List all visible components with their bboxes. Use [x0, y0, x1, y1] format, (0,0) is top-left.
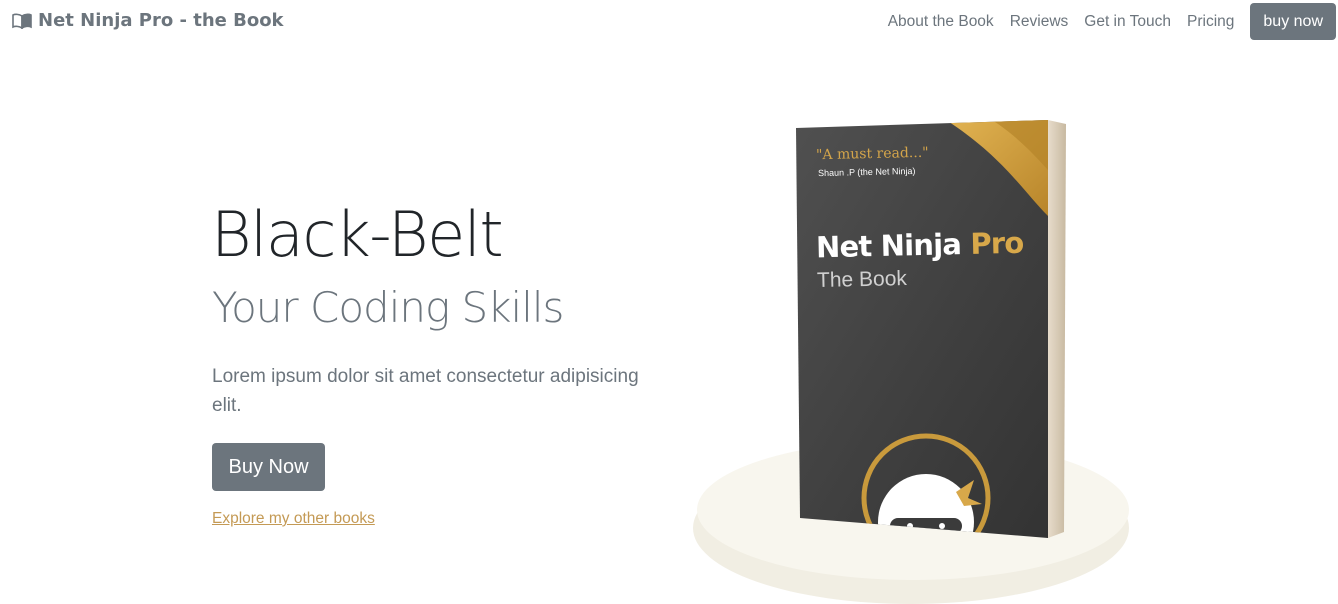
nav-links: About the Book Reviews Get in Touch Pric… [880, 3, 1338, 40]
cover-title-accent: Pro [969, 225, 1024, 261]
book-icon [12, 13, 32, 29]
book-showcase: "A must read..." Shaun .P (the Net Ninja… [690, 110, 1140, 604]
brand-title: Net Ninja Pro - the Book [38, 10, 284, 31]
nav-link-pricing[interactable]: Pricing [1187, 13, 1234, 31]
nav-link-reviews[interactable]: Reviews [1010, 13, 1069, 31]
cover-title: Net Ninja Pro [816, 226, 1024, 265]
cover-quote: "A must read..." [815, 144, 929, 164]
hero-title: Black-Belt [211, 198, 504, 271]
explore-books-link[interactable]: Explore my other books [212, 510, 375, 528]
nav-buy-button[interactable]: buy now [1250, 3, 1336, 40]
navbar: Net Ninja Pro - the Book About the Book … [0, 0, 1338, 44]
nav-link-contact[interactable]: Get in Touch [1084, 13, 1171, 31]
hero-subtitle: Your Coding Skills [212, 283, 564, 332]
cover-title-main: Net Ninja [815, 227, 962, 265]
book-cover-image [796, 120, 1066, 538]
buy-now-button[interactable]: Buy Now [212, 443, 325, 491]
nav-link-about[interactable]: About the Book [888, 13, 994, 31]
brand-link[interactable]: Net Ninja Pro - the Book [12, 10, 284, 31]
cover-subtitle: The Book [816, 266, 908, 293]
hero-description: Lorem ipsum dolor sit amet consectetur a… [212, 366, 639, 416]
